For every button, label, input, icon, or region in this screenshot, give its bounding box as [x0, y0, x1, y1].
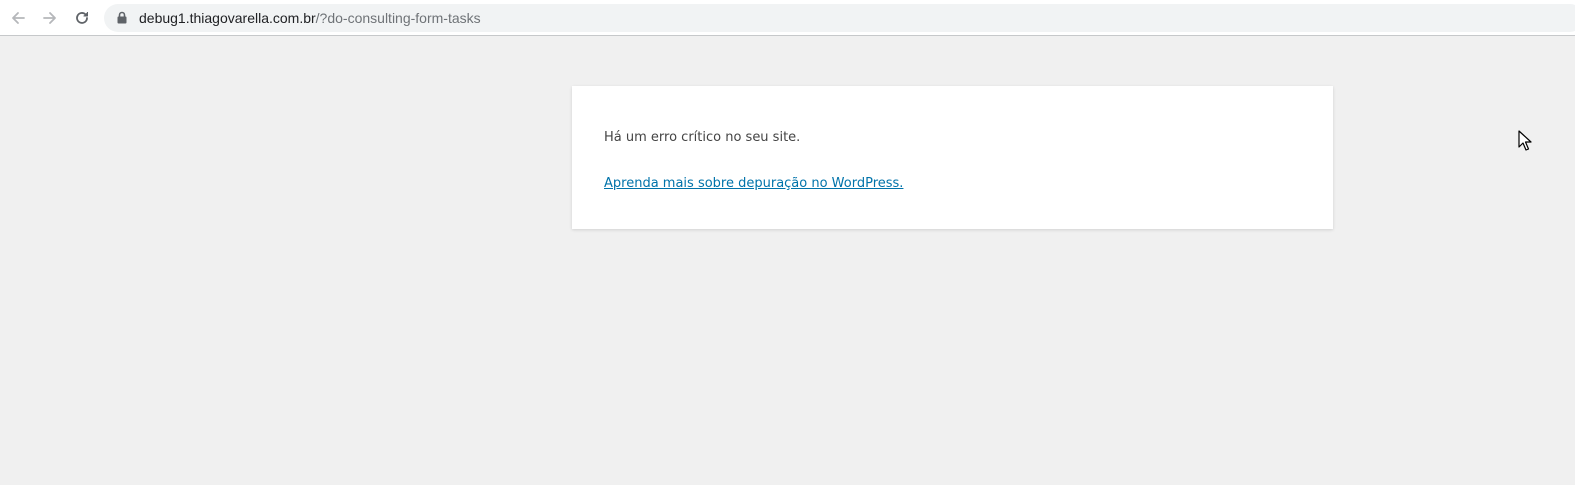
- page-content: Há um erro crítico no seu site. Aprenda …: [0, 37, 1575, 485]
- arrow-left-icon: [12, 12, 25, 24]
- error-box: Há um erro crítico no seu site. Aprenda …: [572, 86, 1333, 229]
- browser-toolbar: debug1.thiagovarella.com.br/?do-consulti…: [0, 0, 1575, 36]
- error-message: Há um erro crítico no seu site.: [604, 130, 801, 145]
- reload-icon: [76, 12, 88, 24]
- reload-button[interactable]: [70, 6, 94, 30]
- url-path: /?do-consulting-form-tasks: [315, 10, 481, 26]
- back-button[interactable]: [6, 6, 30, 30]
- lock-icon: [117, 11, 127, 24]
- arrow-right-icon: [43, 12, 56, 24]
- forward-button[interactable]: [38, 6, 62, 30]
- url-text[interactable]: debug1.thiagovarella.com.br/?do-consulti…: [139, 10, 481, 26]
- address-bar[interactable]: debug1.thiagovarella.com.br/?do-consulti…: [104, 4, 1575, 32]
- url-host: debug1.thiagovarella.com.br: [139, 10, 316, 26]
- debugging-help-link[interactable]: Aprenda mais sobre depuração no WordPres…: [604, 175, 903, 193]
